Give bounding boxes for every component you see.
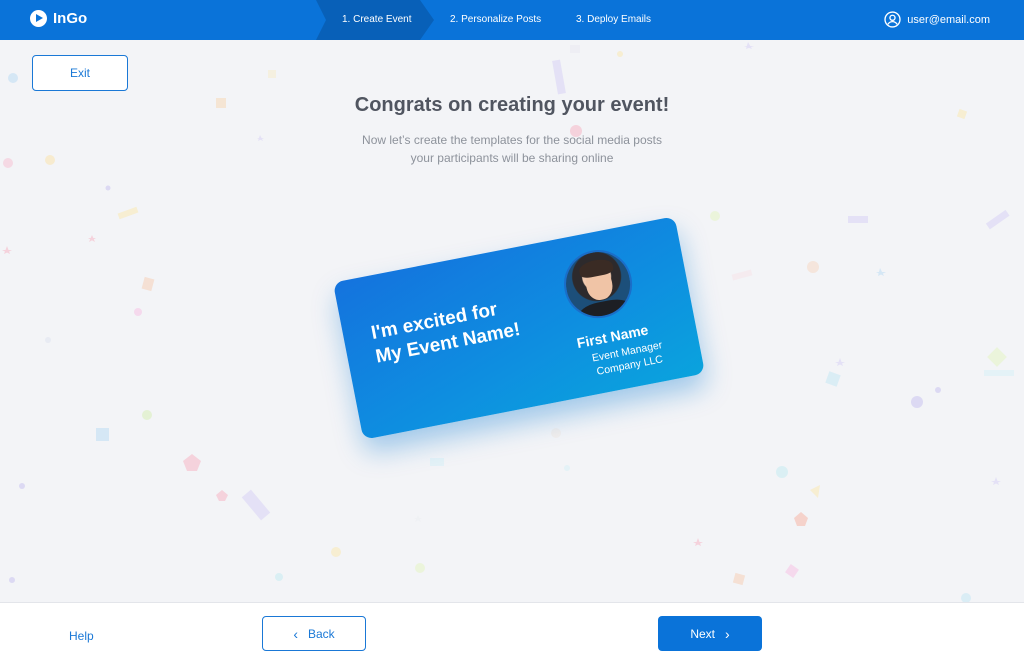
step-personalize-posts[interactable]: 2. Personalize Posts — [450, 0, 541, 40]
chevron-right-icon: › — [725, 625, 730, 642]
back-button[interactable]: ‹ Back — [262, 616, 366, 651]
back-button-label: Back — [307, 626, 335, 641]
app-logo[interactable]: InGo — [30, 10, 87, 27]
footer-bar: Help ‹ Back Next › — [0, 602, 1024, 666]
next-button[interactable]: Next › — [658, 616, 762, 651]
play-circle-icon — [30, 10, 47, 27]
page-subtitle: Now let’s create the templates for the s… — [362, 133, 662, 165]
step-create-event[interactable]: 1. Create Event — [316, 0, 434, 40]
step-deploy-emails[interactable]: 3. Deploy Emails — [576, 0, 651, 40]
avatar — [558, 244, 638, 324]
app-name: InGo — [53, 10, 88, 27]
user-email: user@email.com — [907, 13, 990, 26]
top-bar: InGo 1. Create Event 2. Personalize Post… — [0, 0, 1024, 40]
avatar-shirt — [575, 296, 637, 324]
chevron-left-icon: ‹ — [293, 625, 298, 642]
user-circle-icon — [884, 11, 901, 28]
card-body: I'm excited for My Event Name! First Nam… — [332, 216, 706, 440]
help-link[interactable]: Help — [69, 629, 94, 643]
next-button-label: Next — [690, 626, 715, 641]
card-headline: I'm excited for My Event Name! — [369, 294, 522, 369]
page-title: Congrats on creating your event! — [354, 94, 670, 116]
social-post-preview-card: I'm excited for My Event Name! First Nam… — [332, 216, 706, 440]
user-menu[interactable]: user@email.com — [884, 11, 990, 28]
exit-button[interactable]: Exit — [32, 55, 128, 91]
